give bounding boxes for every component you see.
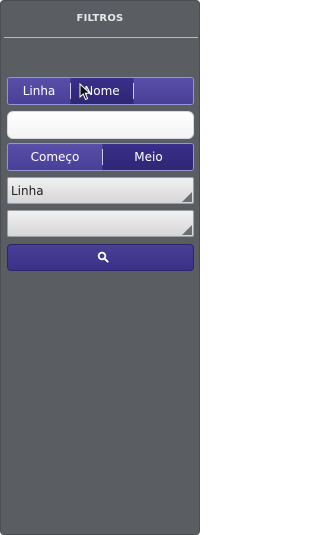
search-icon [97,251,109,263]
segment-linha[interactable]: Linha [8,78,70,104]
segment-meio[interactable]: Meio [103,144,193,170]
segment-comeco[interactable]: Começo [8,144,102,170]
line-select-value: Linha [11,184,44,198]
panel-title: FILTROS [76,13,124,24]
filters-panel: FILTROS Linha Nome Começo Meio Linha [0,0,200,535]
search-button[interactable] [7,244,194,271]
secondary-select[interactable] [7,210,194,237]
match-segmented-control: Começo Meio [7,143,194,171]
mouse-cursor-icon [79,83,92,101]
search-input[interactable] [7,111,194,139]
segment-empty[interactable] [134,78,193,104]
title-divider [4,37,198,38]
line-select[interactable]: Linha [7,177,194,204]
field-segmented-control: Linha Nome [7,77,194,105]
dropdown-corner-icon [182,192,192,202]
dropdown-corner-icon [182,225,192,235]
